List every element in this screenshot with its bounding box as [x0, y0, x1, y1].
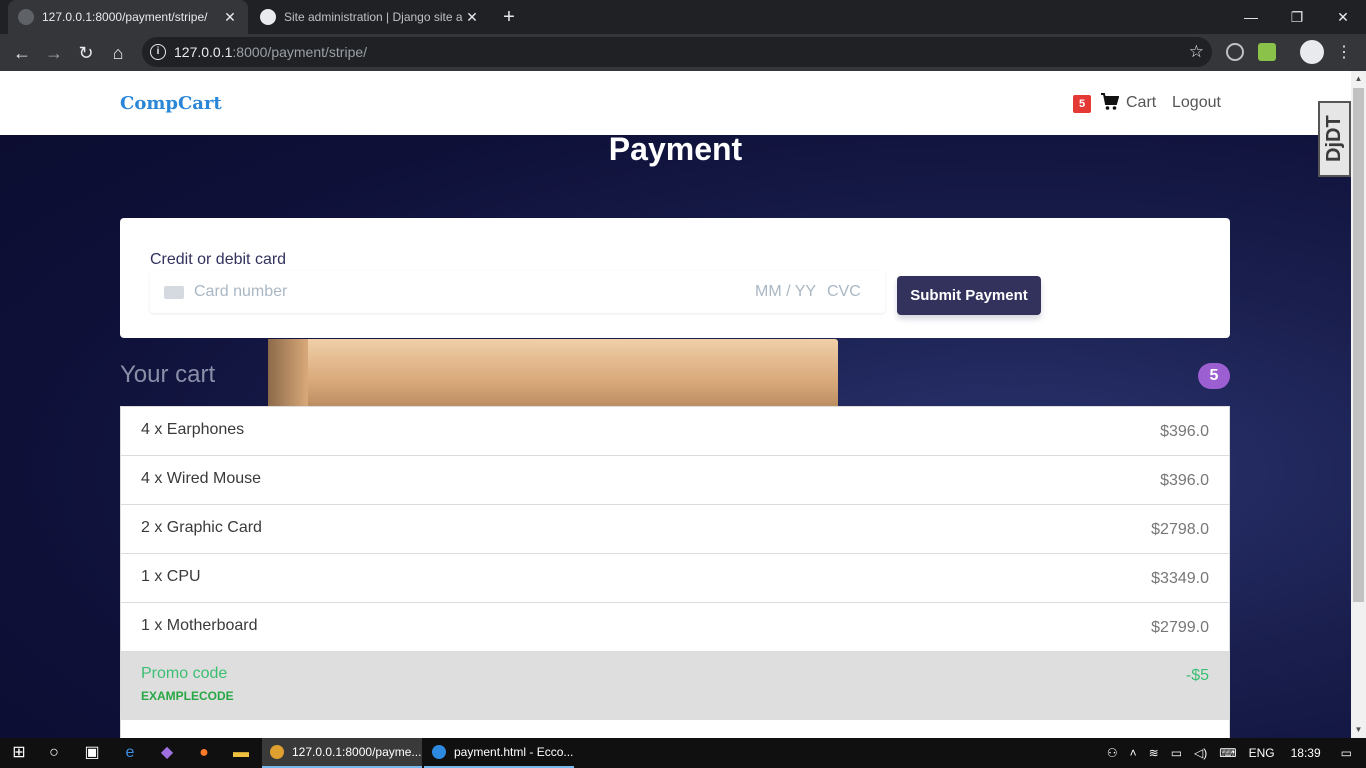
promo-code-label: Promo code — [141, 665, 228, 682]
background-image-wood-edge — [268, 339, 308, 409]
promo-code-row: Promo code EXAMPLECODE -$5 — [121, 652, 1229, 720]
page-title: Payment — [608, 131, 743, 167]
payment-form: Credit or debit card Submit Payment — [120, 218, 1230, 338]
card-expiry-input[interactable] — [755, 281, 821, 303]
cart-item-name: 2 x Graphic Card — [141, 519, 262, 536]
taskbar-task-label: payment.html - Ecco... — [454, 745, 574, 759]
address-bar[interactable]: i 127.0.0.1:8000/payment/stripe/ ☆ — [142, 37, 1212, 67]
cortana-search-icon[interactable]: ○ — [44, 743, 64, 763]
file-explorer-icon[interactable]: ▬ — [231, 743, 251, 763]
cart-item: 2 x Graphic Card $2798.0 — [121, 505, 1229, 554]
reload-icon[interactable]: ↻ — [72, 39, 100, 67]
background-image-wood — [268, 339, 838, 409]
globe-icon — [260, 9, 276, 25]
cart-total-row — [121, 720, 1229, 738]
cart-item: 4 x Wired Mouse $396.0 — [121, 456, 1229, 505]
credit-card-icon — [164, 286, 184, 299]
edge-icon[interactable]: e — [120, 743, 140, 763]
cart-item-name: 4 x Earphones — [141, 421, 245, 438]
language-indicator[interactable]: ENG — [1249, 746, 1275, 760]
taskbar-task-chrome[interactable]: 127.0.0.1:8000/payme... — [262, 738, 422, 768]
cart-item-name: 1 x Motherboard — [141, 617, 258, 634]
visual-studio-icon[interactable]: ◆ — [157, 743, 177, 763]
close-icon[interactable]: ✕ — [222, 9, 238, 26]
clock[interactable]: 18:39 — [1291, 746, 1321, 760]
new-tab-button[interactable]: + — [498, 6, 520, 28]
cart-item: 1 x CPU $3349.0 — [121, 554, 1229, 603]
scroll-thumb[interactable] — [1353, 88, 1364, 602]
wifi-icon[interactable]: ≋ — [1149, 746, 1159, 760]
battery-icon[interactable]: ▭ — [1171, 746, 1182, 760]
browser-toolbar: ← → ↻ ⌂ i 127.0.0.1:8000/payment/stripe/… — [0, 34, 1366, 71]
cart-item-name: 1 x CPU — [141, 568, 201, 585]
extension-icon[interactable] — [1226, 43, 1244, 61]
scroll-up-arrow-icon[interactable]: ▲ — [1351, 71, 1366, 87]
page-viewport: CompCart 5 Cart Logout DjDT Payment Cred… — [0, 71, 1351, 738]
extension-icon[interactable] — [1258, 43, 1276, 61]
cart-item: 1 x Motherboard $2799.0 — [121, 603, 1229, 652]
chevron-up-icon[interactable]: ˄ — [1130, 746, 1137, 760]
cart-item-price: $3349.0 — [1151, 570, 1209, 587]
submit-payment-button[interactable]: Submit Payment — [897, 276, 1041, 315]
info-icon[interactable]: i — [150, 44, 166, 60]
bookmark-star-icon[interactable]: ☆ — [1189, 42, 1204, 62]
volume-icon[interactable]: ◁) — [1194, 746, 1207, 760]
globe-icon — [18, 9, 34, 25]
cart-item-name: 4 x Wired Mouse — [141, 470, 262, 487]
promo-code-value: EXAMPLECODE — [141, 689, 234, 703]
url-text: 127.0.0.1:8000/payment/stripe/ — [174, 44, 368, 60]
cart-count-badge: 5 — [1073, 95, 1091, 113]
windows-taskbar: ⊞ ○ ▣ e ◆ ● ▬ 127.0.0.1:8000/payme... pa… — [0, 738, 1366, 768]
close-window-icon[interactable]: ✕ — [1320, 0, 1366, 34]
card-number-input[interactable] — [194, 281, 594, 303]
cart-link[interactable]: Cart — [1126, 94, 1156, 112]
browser-tab-django-admin[interactable]: Site administration | Django site a ✕ — [250, 0, 490, 34]
restore-icon[interactable]: ❐ — [1274, 0, 1320, 34]
firefox-icon[interactable]: ● — [194, 743, 214, 763]
tab-title: 127.0.0.1:8000/payment/stripe/ — [42, 10, 208, 24]
browser-tab-strip: 127.0.0.1:8000/payment/stripe/ ✕ Site ad… — [0, 0, 1366, 34]
cart-heading: Your cart — [120, 361, 216, 388]
cart-icon[interactable] — [1101, 93, 1119, 111]
cart-item: 4 x Earphones $396.0 — [121, 407, 1229, 456]
brand-logo[interactable]: CompCart — [120, 93, 222, 114]
people-icon[interactable]: ⚇ — [1107, 746, 1118, 760]
browser-tab-payment[interactable]: 127.0.0.1:8000/payment/stripe/ ✕ — [8, 0, 248, 34]
cart-item-price: $2799.0 — [1151, 619, 1209, 636]
page-scrollbar[interactable]: ▲ ▼ — [1351, 71, 1366, 738]
windows-start-icon[interactable]: ⊞ — [9, 743, 29, 763]
close-icon[interactable]: ✕ — [464, 9, 480, 26]
cart-items-count-badge: 5 — [1198, 363, 1230, 389]
tab-title: Site administration | Django site a — [284, 10, 463, 24]
keyboard-icon[interactable]: ⌨ — [1219, 746, 1236, 760]
system-tray: ⚇ ˄ ≋ ▭ ◁) ⌨ ENG 18:39 ▭ — [1101, 738, 1366, 768]
logout-link[interactable]: Logout — [1172, 94, 1221, 112]
cart-item-price: $2798.0 — [1151, 521, 1209, 538]
forward-icon[interactable]: → — [40, 39, 68, 67]
window-controls: — ❐ ✕ — [1228, 0, 1366, 34]
cart-item-price: $396.0 — [1160, 423, 1209, 440]
cart-item-price: $396.0 — [1160, 472, 1209, 489]
store-icon[interactable]: ▣ — [82, 743, 102, 763]
minimize-icon[interactable]: — — [1228, 0, 1274, 34]
menu-kebab-icon[interactable]: ⋮ — [1330, 39, 1358, 67]
card-label: Credit or debit card — [150, 251, 287, 268]
back-icon[interactable]: ← — [8, 39, 36, 67]
taskbar-task-label: 127.0.0.1:8000/payme... — [292, 745, 422, 759]
card-cvc-input[interactable] — [827, 281, 877, 303]
cart-list: 4 x Earphones $396.0 4 x Wired Mouse $39… — [120, 406, 1230, 738]
notification-icon[interactable]: ▭ — [1341, 746, 1352, 760]
home-icon[interactable]: ⌂ — [104, 39, 132, 67]
site-navbar: CompCart 5 Cart Logout — [0, 71, 1351, 135]
profile-avatar[interactable] — [1300, 40, 1324, 64]
vscode-icon — [432, 745, 446, 759]
chrome-icon — [270, 745, 284, 759]
scroll-down-arrow-icon[interactable]: ▼ — [1351, 722, 1366, 738]
taskbar-task-vscode[interactable]: payment.html - Ecco... — [424, 738, 574, 768]
card-element[interactable] — [150, 271, 885, 313]
promo-discount-amount: -$5 — [1185, 667, 1209, 684]
